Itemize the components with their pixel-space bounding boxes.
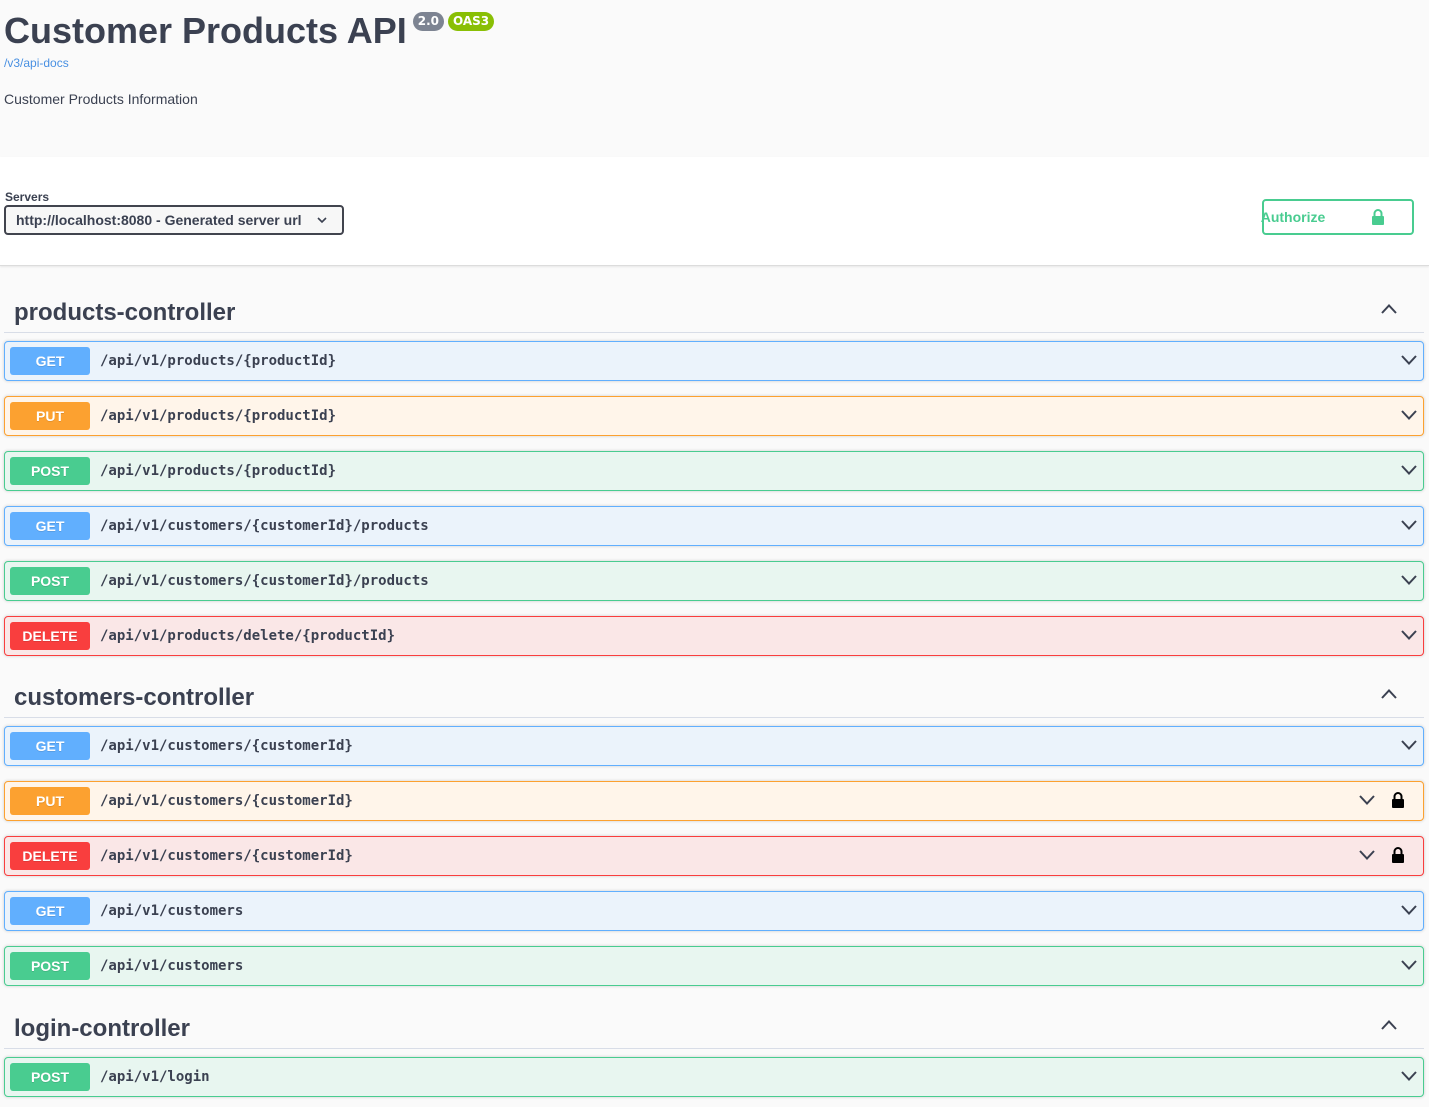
operation-path: /api/v1/login bbox=[100, 1069, 210, 1085]
operation-path: /api/v1/products/delete/{productId} bbox=[100, 628, 396, 644]
method-badge: POST bbox=[10, 567, 90, 595]
operation-row[interactable]: POST/api/v1/products/{productId} bbox=[4, 451, 1424, 491]
method-badge: PUT bbox=[10, 787, 90, 815]
operation-path: /api/v1/customers/{customerId}/products bbox=[100, 518, 429, 534]
tag-name: login-controller bbox=[14, 1015, 190, 1042]
method-badge: POST bbox=[10, 952, 90, 980]
chevron-down-icon[interactable] bbox=[1400, 574, 1418, 586]
operation-path: /api/v1/customers/{customerId} bbox=[100, 738, 353, 754]
method-badge: GET bbox=[10, 897, 90, 925]
operation-row[interactable]: PUT/api/v1/products/{productId} bbox=[4, 396, 1424, 436]
chevron-down-icon bbox=[317, 217, 327, 224]
authorize-button[interactable]: Authorize bbox=[1260, 199, 1414, 235]
chevron-down-icon[interactable] bbox=[1400, 959, 1418, 971]
oas-badge: OAS3 bbox=[448, 12, 495, 31]
chevron-down-icon[interactable] bbox=[1400, 904, 1418, 916]
tag-name: customers-controller bbox=[14, 684, 255, 711]
chevron-down-icon[interactable] bbox=[1400, 409, 1418, 421]
operation-row[interactable]: POST/api/v1/login bbox=[4, 1057, 1424, 1097]
chevron-up-icon[interactable] bbox=[1380, 303, 1398, 315]
api-title: Customer Products API bbox=[4, 10, 407, 51]
method-badge: DELETE bbox=[10, 622, 90, 650]
chevron-down-icon[interactable] bbox=[1358, 849, 1376, 861]
chevron-down-icon[interactable] bbox=[1400, 519, 1418, 531]
authorize-label: Authorize bbox=[1260, 209, 1326, 225]
operation-path: /api/v1/customers bbox=[100, 903, 244, 919]
operation-row[interactable]: PUT/api/v1/customers/{customerId} bbox=[4, 781, 1424, 821]
lock-icon bbox=[1372, 209, 1385, 225]
chevron-down-icon[interactable] bbox=[1400, 739, 1418, 751]
operation-row[interactable]: GET/api/v1/products/{productId} bbox=[4, 341, 1424, 381]
operation-path: /api/v1/products/{productId} bbox=[100, 463, 337, 479]
operation-path: /api/v1/products/{productId} bbox=[100, 408, 337, 424]
method-badge: DELETE bbox=[10, 842, 90, 870]
operation-row[interactable]: DELETE/api/v1/customers/{customerId} bbox=[4, 836, 1424, 876]
server-select[interactable]: http://localhost:8080 - Generated server… bbox=[4, 205, 344, 235]
tag-header-0[interactable]: products-controller bbox=[4, 287, 1424, 333]
chevron-down-icon[interactable] bbox=[1400, 629, 1418, 641]
chevron-up-icon[interactable] bbox=[1380, 1019, 1398, 1031]
operation-row[interactable]: DELETE/api/v1/products/delete/{productId… bbox=[4, 616, 1424, 656]
tag-name: products-controller bbox=[14, 299, 236, 326]
version-badge: 2.0 bbox=[412, 12, 444, 31]
lock-icon[interactable] bbox=[1391, 791, 1405, 809]
server-select-value: http://localhost:8080 - Generated server… bbox=[16, 212, 302, 228]
method-badge: GET bbox=[10, 732, 90, 760]
operation-path: /api/v1/customers/{customerId} bbox=[100, 793, 353, 809]
chevron-down-icon[interactable] bbox=[1358, 794, 1376, 806]
method-badge: PUT bbox=[10, 402, 90, 430]
chevron-down-icon[interactable] bbox=[1400, 464, 1418, 476]
operation-row[interactable]: POST/api/v1/customers/{customerId}/produ… bbox=[4, 561, 1424, 601]
chevron-up-icon[interactable] bbox=[1380, 688, 1398, 700]
operation-path: /api/v1/customers/{customerId}/products bbox=[100, 573, 429, 589]
lock-icon[interactable] bbox=[1391, 846, 1405, 864]
method-badge: POST bbox=[10, 1063, 90, 1091]
api-description: Customer Products Information bbox=[4, 91, 198, 107]
method-badge: POST bbox=[10, 457, 90, 485]
operation-row[interactable]: GET/api/v1/customers/{customerId} bbox=[4, 726, 1424, 766]
api-docs-link[interactable]: /v3/api-docs bbox=[4, 56, 69, 70]
tag-header-2[interactable]: login-controller bbox=[4, 1003, 1424, 1049]
chevron-down-icon[interactable] bbox=[1400, 1070, 1418, 1082]
operation-row[interactable]: GET/api/v1/customers bbox=[4, 891, 1424, 931]
operation-path: /api/v1/customers/{customerId} bbox=[100, 848, 353, 864]
api-info-section: Customer Products API 2.0 OAS3 /v3/api-d… bbox=[0, 0, 1429, 157]
title-row: Customer Products API 2.0 OAS3 bbox=[4, 10, 495, 52]
operation-path: /api/v1/products/{productId} bbox=[100, 353, 337, 369]
operation-row[interactable]: GET/api/v1/customers/{customerId}/produc… bbox=[4, 506, 1424, 546]
operation-path: /api/v1/customers bbox=[100, 958, 244, 974]
servers-label: Servers bbox=[5, 190, 50, 204]
scheme-container: Servers http://localhost:8080 - Generate… bbox=[0, 157, 1429, 266]
tag-header-1[interactable]: customers-controller bbox=[4, 672, 1424, 718]
operation-row[interactable]: POST/api/v1/customers bbox=[4, 946, 1424, 986]
method-badge: GET bbox=[10, 512, 90, 540]
chevron-down-icon[interactable] bbox=[1400, 354, 1418, 366]
method-badge: GET bbox=[10, 347, 90, 375]
